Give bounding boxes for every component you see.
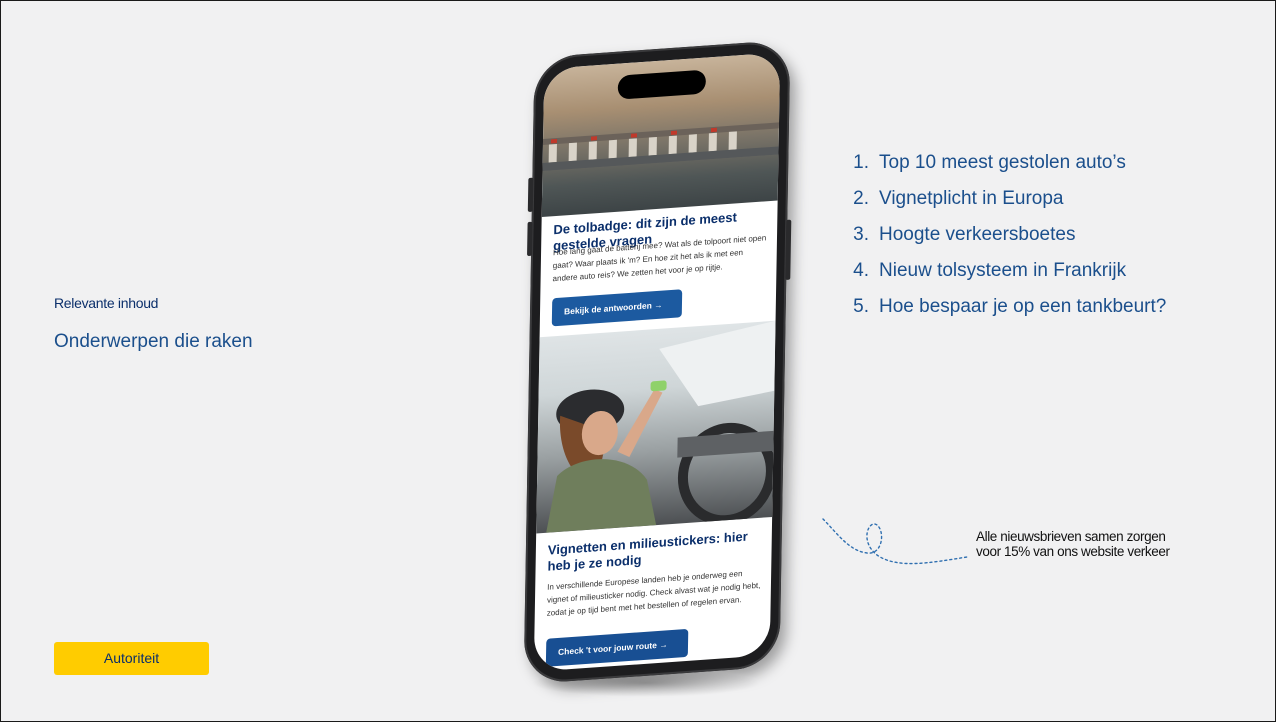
topic-number: 2. [853,188,869,209]
topic-label: Hoogte verkeersboetes [879,224,1076,245]
toll-booth-shapes [542,122,780,171]
topic-list: 1. Top 10 meest gestolen auto’s 2. Vignetp… [841,151,1166,331]
topic-item: 5. Hoe bespaar je op een tankbeurt? [841,295,1166,331]
section-eyebrow: Relevante inhoud [54,295,159,311]
dotted-arrow-icon [822,518,968,565]
check-route-button[interactable]: Check 't voor jouw route → [545,628,689,667]
topic-number: 3. [853,224,869,245]
topic-item: 2. Vignetplicht in Europa [841,187,1166,223]
topic-label: Vignetplicht in Europa [879,188,1064,209]
topic-item: 3. Hoogte verkeersboetes [841,223,1166,259]
article2-body: In verschillende Europese landen heb je … [546,569,761,618]
phone-screen: De tolbadge: dit zijn de meest gestelde … [533,52,781,672]
topic-item: 1. Top 10 meest gestolen auto’s [841,151,1166,187]
slide: Relevante inhoud Onderwerpen die raken A… [0,0,1276,722]
authority-tag: Autoriteit [54,642,209,675]
phone-mockup: De tolbadge: dit zijn de meest gestelde … [523,39,792,685]
volume-up-button [527,177,534,213]
volume-down-button [527,221,533,257]
topic-number: 5. [853,296,869,317]
traffic-note: Alle nieuwsbrieven samen zorgen voor 15%… [976,529,1170,559]
topic-label: Top 10 meest gestolen auto’s [879,152,1126,173]
view-answers-button[interactable]: Bekijk de antwoorden → [551,289,683,327]
woman-car-image [536,320,776,534]
topic-item: 4. Nieuw tolsysteem in Frankrijk [841,259,1166,295]
car-interior-shapes [546,320,776,533]
topic-number: 4. [853,260,869,281]
topic-label: Nieuw tolsysteem in Frankrijk [879,260,1127,281]
power-button [785,219,792,281]
section-subtitle: Onderwerpen die raken [54,331,253,352]
topic-label: Hoe bespaar je op een tankbeurt? [879,296,1167,317]
topic-number: 1. [853,152,869,173]
